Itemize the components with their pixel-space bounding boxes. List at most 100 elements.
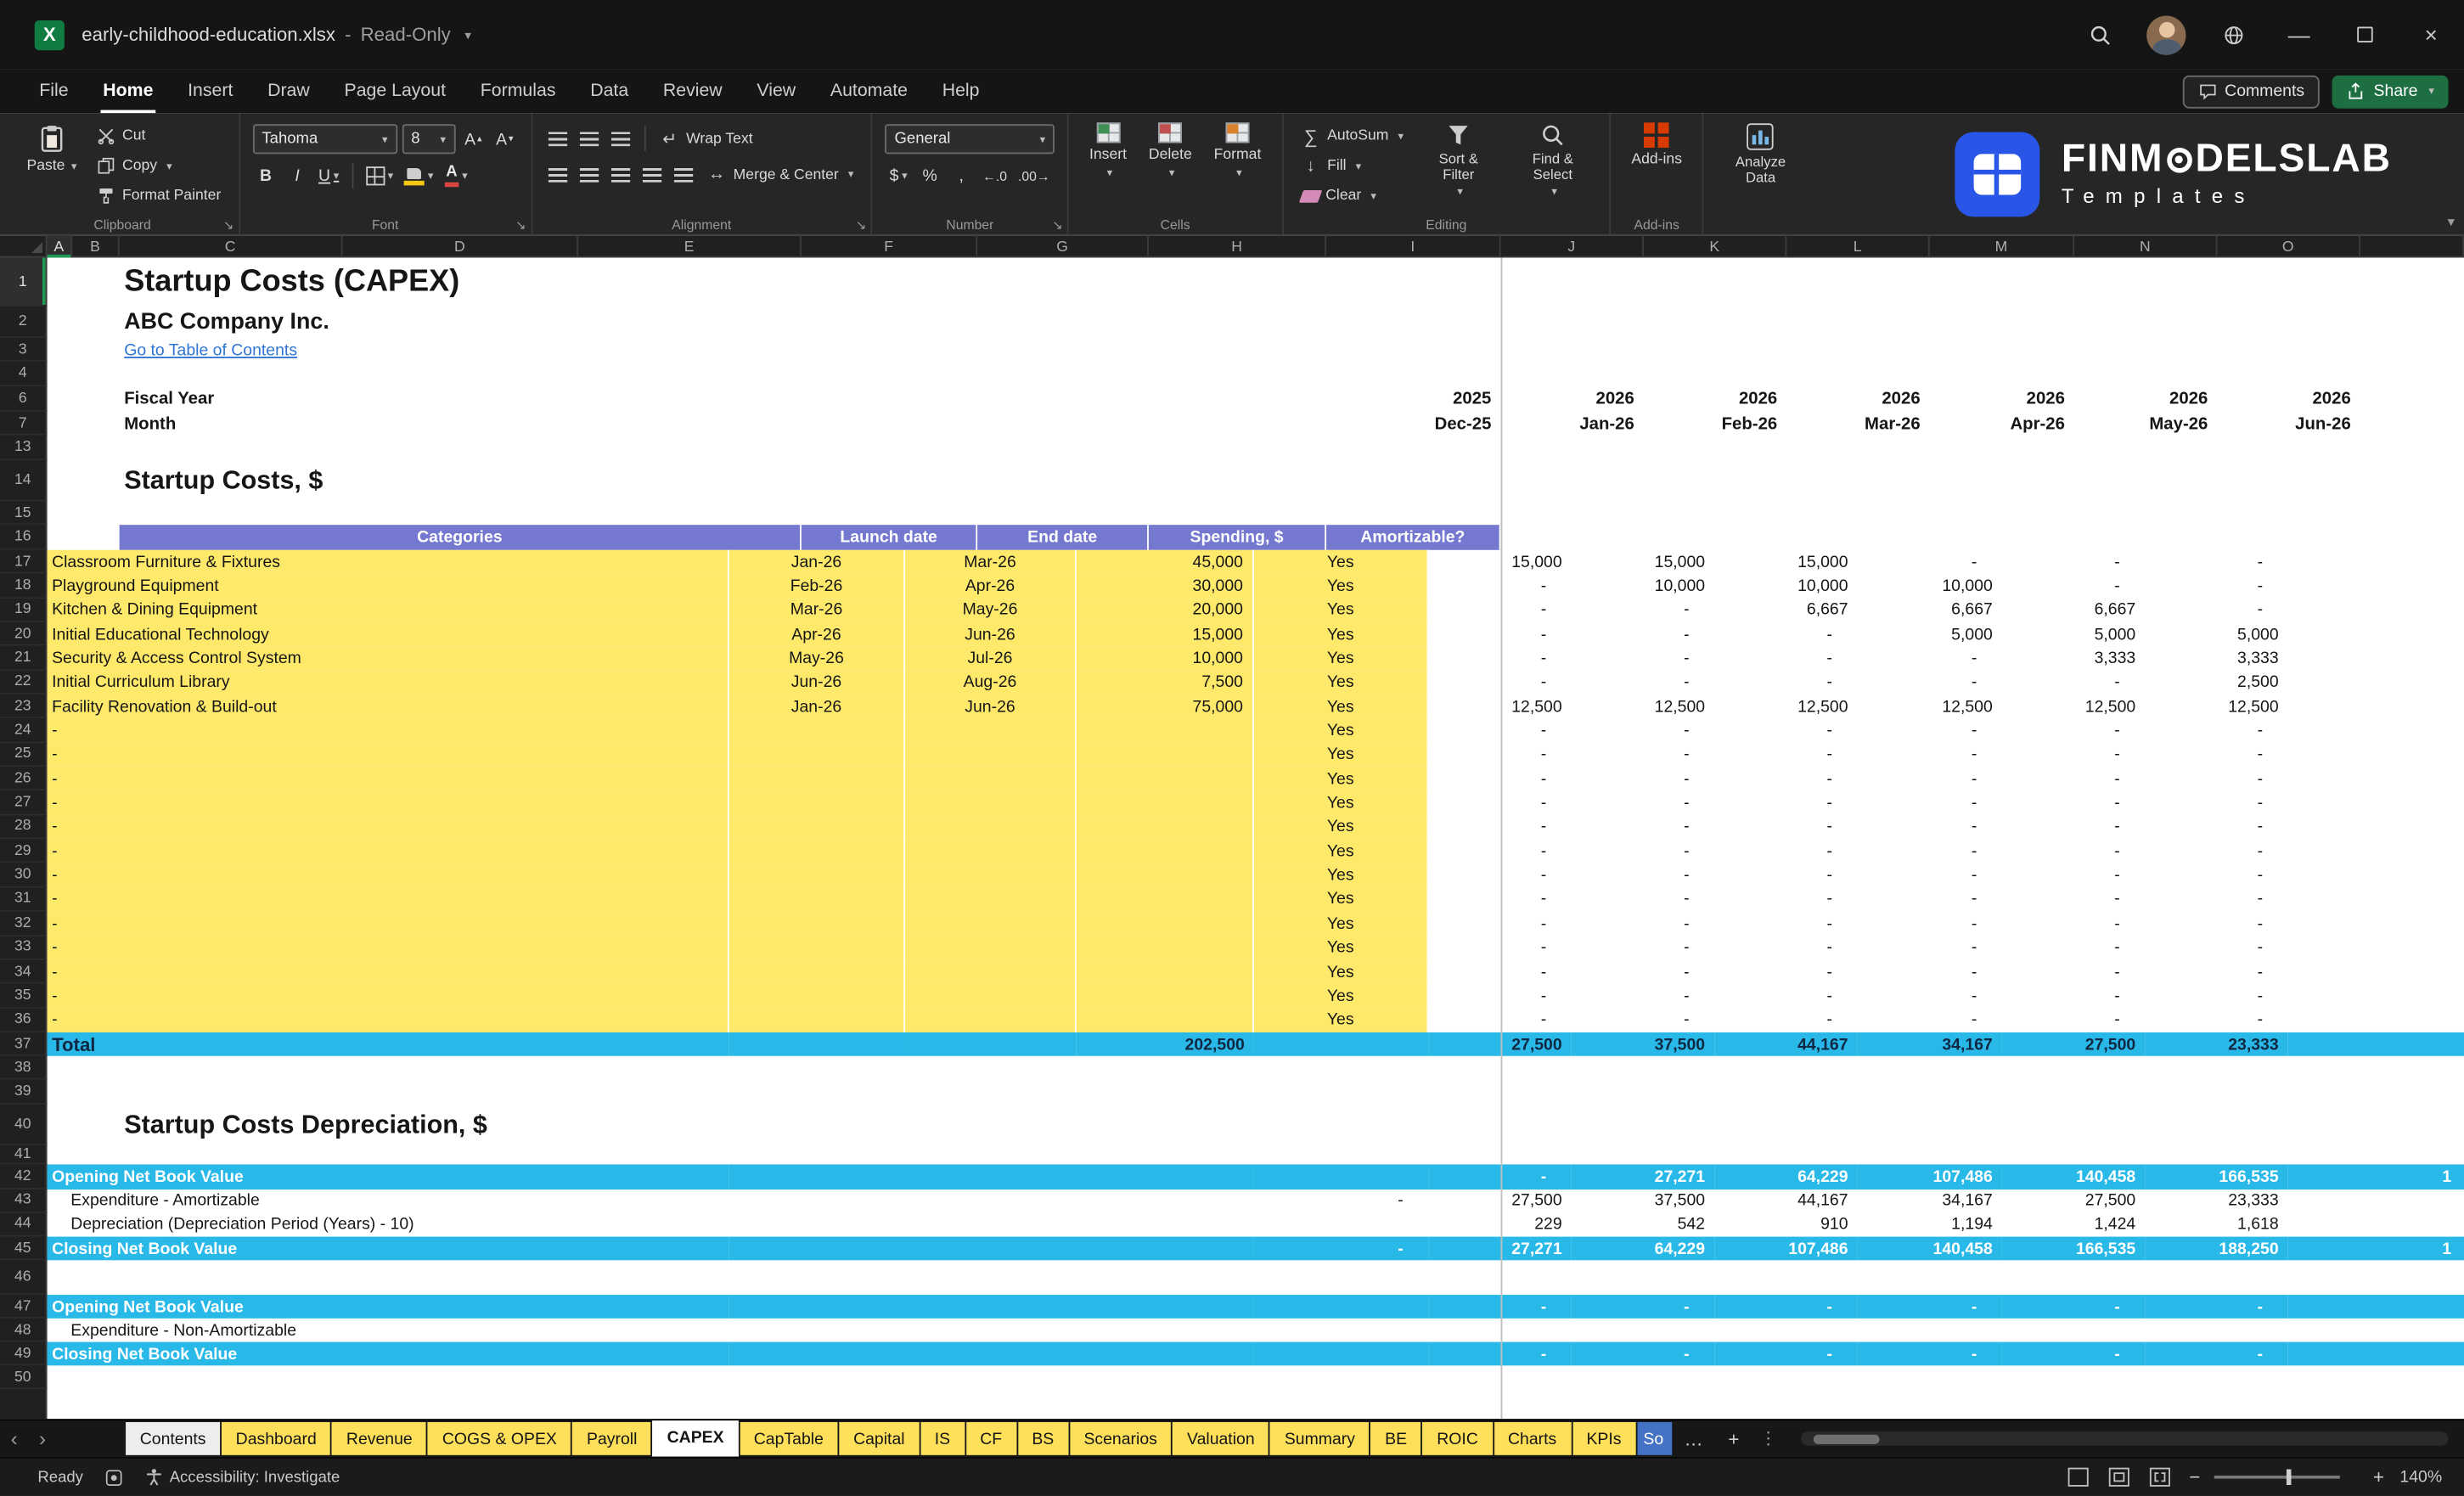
menu-view[interactable]: View [740,69,813,113]
month-cell[interactable]: - [2002,984,2145,1008]
category-cell[interactable]: Initial Curriculum Library [47,670,729,695]
month-header-cell[interactable]: Jan-26 [1501,412,1644,436]
merge-center-button[interactable]: ↔ Merge & Center ▾ [702,161,858,188]
accessibility-status[interactable]: Accessibility: Investigate [170,1469,340,1486]
month-cell[interactable]: - [2002,574,2145,598]
globe-button[interactable] [2200,0,2266,69]
month-cell[interactable]: 64,229 [1571,1236,1715,1262]
section-title[interactable]: Startup Costs, $ [120,460,2464,501]
month-cell[interactable]: - [1714,912,1857,936]
horizontal-scrollbar-thumb[interactable] [1813,1433,1880,1443]
zoom-out-button[interactable]: − [2189,1466,2200,1488]
zoom-slider[interactable] [2214,1469,2341,1486]
spending-cell[interactable] [1076,815,1254,840]
month-cell[interactable]: - [1714,671,1857,695]
month-cell[interactable]: 1,424 [2002,1213,2145,1237]
month-cell[interactable]: - [2145,863,2287,887]
zoom-slider-thumb[interactable] [2287,1469,2292,1486]
month-cell[interactable]: - [1858,671,2002,695]
launch-date-cell[interactable]: Mar-26 [729,598,906,622]
align-bottom-button[interactable] [608,124,634,152]
month-cell[interactable]: - [1714,815,1857,839]
depreciation-label[interactable]: Opening Net Book Value [47,1295,729,1319]
clear-button[interactable]: Clear ▾ [1296,183,1409,209]
maximize-button[interactable] [2332,0,2399,69]
amortizable-cell[interactable]: Yes [1253,839,1429,863]
number-format-select[interactable]: General ▾ [885,124,1055,155]
amortizable-cell[interactable]: Yes [1253,936,1429,960]
insert-cells-button[interactable]: Insert ▾ [1082,118,1134,184]
row-header-7[interactable]: 7 [0,411,48,436]
column-header-B[interactable]: B [72,235,120,258]
month-header-cell[interactable]: Mar-26 [1786,412,1929,436]
category-cell[interactable]: - [47,839,729,863]
fiscal-year-cell[interactable]: 2025 [1326,386,1500,412]
spending-cell[interactable] [1076,936,1254,960]
fiscal-year-cell[interactable]: 2026 [1786,386,1929,412]
row-header-15[interactable]: 15 [0,501,48,526]
row-header-23[interactable]: 23 [0,695,48,719]
end-date-cell[interactable] [905,936,1077,960]
month-cell[interactable]: - [1714,622,1857,646]
month-cell[interactable]: 1,618 [2145,1213,2287,1237]
month-cell[interactable]: - [1858,863,2002,887]
month-cell[interactable] [2002,1319,2145,1343]
month-cell[interactable]: - [1714,887,1857,911]
month-cell[interactable]: - [2145,1008,2287,1032]
row-header-42[interactable]: 42 [0,1165,48,1189]
amortizable-cell[interactable]: Yes [1253,887,1429,912]
amortizable-cell[interactable]: Yes [1253,742,1429,768]
category-cell[interactable]: Initial Educational Technology [47,621,729,647]
month-cell[interactable]: - [2002,863,2145,887]
alignment-dialog-launcher[interactable]: ↘ [856,218,866,233]
month-cell[interactable]: - [1858,815,2002,839]
minimize-button[interactable]: — [2266,0,2332,69]
row-header-33[interactable]: 33 [0,936,48,960]
category-cell[interactable]: Playground Equipment [47,574,729,599]
month-cell[interactable]: 5,000 [2002,622,2145,646]
month-cell[interactable]: - [1572,622,1714,646]
sheet-tab-valuation[interactable]: Valuation [1173,1421,1269,1455]
month-cell[interactable]: 27,271 [1571,1165,1715,1189]
more-sheets-button[interactable]: … [1672,1427,1716,1449]
sort-filter-button[interactable]: Sort & Filter ▾ [1415,118,1503,203]
month-cell[interactable]: 6,667 [1714,599,1857,622]
sheet-tab-capex[interactable]: CAPEX [652,1420,739,1457]
row-header-43[interactable]: 43 [0,1189,48,1213]
month-cell[interactable]: - [1858,767,2002,790]
row-header-24[interactable]: 24 [0,718,48,743]
tab-scroll-left-button[interactable]: ‹ [0,1421,28,1456]
column-header-K[interactable]: K [1644,235,1787,258]
month-cell[interactable]: 34,167 [1858,1189,2002,1213]
row-header-45[interactable]: 45 [0,1236,48,1262]
row-header-17[interactable]: 17 [0,549,48,575]
category-cell[interactable]: - [47,936,729,960]
month-cell[interactable]: 188,250 [2145,1236,2288,1262]
end-date-cell[interactable] [905,718,1077,743]
spending-cell[interactable] [1076,718,1254,743]
menu-insert[interactable]: Insert [171,69,250,113]
sheet-tab-bs[interactable]: BS [1017,1421,1068,1455]
amortizable-cell[interactable]: Yes [1253,959,1429,984]
month-cell[interactable]: 3,333 [2145,646,2287,670]
row-header-44[interactable]: 44 [0,1212,48,1237]
launch-date-cell[interactable]: Feb-26 [729,574,906,599]
font-color-button[interactable]: A ▾ [442,162,471,190]
spending-cell[interactable] [1076,742,1254,768]
amortizable-cell[interactable]: Yes [1253,695,1429,719]
cut-button[interactable]: Cut [91,122,226,149]
fiscal-year-cell[interactable]: 2026 [1501,386,1644,412]
fiscal-year-cell[interactable]: 2026 [2217,386,2360,412]
decrease-decimal-button[interactable] [1015,162,1053,190]
month-cell[interactable]: - [1572,960,1714,984]
column-header-N[interactable]: N [2074,235,2218,258]
month-cell[interactable]: - [1572,767,1714,790]
number-dialog-launcher[interactable]: ↘ [1052,218,1062,233]
select-all-button[interactable] [0,235,48,256]
month-cell[interactable]: - [2002,767,2145,790]
amortizable-cell[interactable]: Yes [1253,911,1429,936]
autosum-button[interactable]: ∑ AutoSum ▾ [1296,122,1409,149]
fill-button[interactable]: ↓ Fill ▾ [1296,153,1409,179]
clipboard-dialog-launcher[interactable]: ↘ [223,218,233,233]
depreciation-cell[interactable] [1254,1213,1428,1237]
